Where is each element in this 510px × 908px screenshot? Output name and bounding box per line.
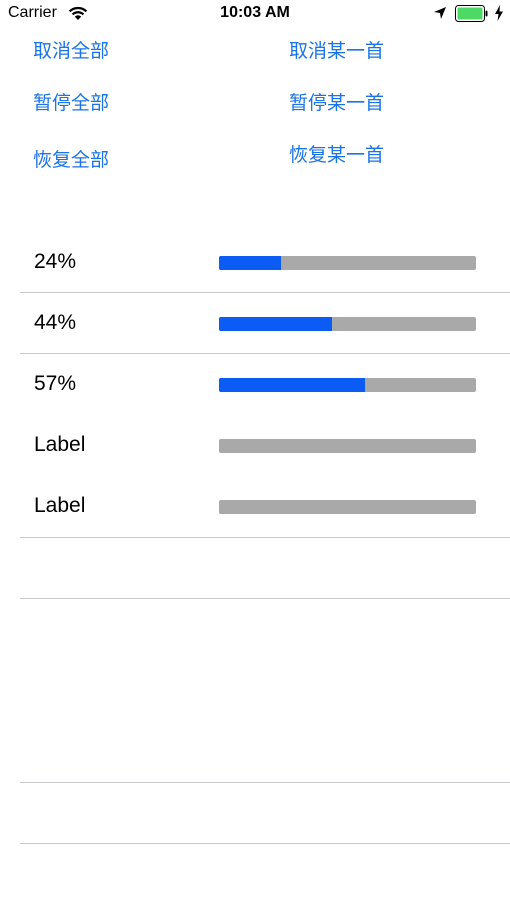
download-row[interactable]: 24% [20, 232, 510, 293]
download-row[interactable]: Label [20, 476, 510, 537]
location-arrow-icon [434, 7, 446, 19]
download-row[interactable]: 57% [20, 354, 510, 415]
row-divider [20, 598, 510, 599]
row-divider [20, 782, 510, 783]
charging-bolt-icon [495, 5, 503, 21]
progress-bar [219, 317, 476, 331]
progress-fill [219, 378, 366, 392]
pause-all-button[interactable]: 暂停全部 [33, 88, 109, 115]
battery-icon [455, 5, 488, 22]
progress-label: 24% [34, 250, 77, 273]
status-bar: Carrier 10:03 AM [0, 0, 510, 28]
progress-bar [219, 439, 476, 453]
progress-fill [219, 317, 333, 331]
progress-label: 44% [34, 311, 77, 334]
progress-label: 57% [34, 372, 77, 395]
progress-fill [219, 256, 281, 270]
progress-bar [219, 378, 476, 392]
progress-bar [219, 500, 476, 514]
cancel-all-button[interactable]: 取消全部 [33, 36, 109, 63]
screen: Carrier 10:03 AM 取消全部 取消某一首 暂停全部 暂停某一首 恢… [0, 0, 510, 908]
download-row[interactable]: Label [20, 415, 510, 476]
row-divider [20, 537, 510, 538]
progress-label: Label [34, 494, 86, 517]
progress-label: Label [34, 433, 86, 456]
progress-bar [219, 256, 476, 270]
download-row[interactable]: 44% [20, 293, 510, 354]
cancel-one-button[interactable]: 取消某一首 [289, 36, 384, 63]
row-divider [20, 843, 510, 844]
resume-all-button[interactable]: 恢复全部 [33, 145, 109, 172]
pause-one-button[interactable]: 暂停某一首 [289, 88, 384, 115]
resume-one-button[interactable]: 恢复某一首 [289, 140, 384, 167]
